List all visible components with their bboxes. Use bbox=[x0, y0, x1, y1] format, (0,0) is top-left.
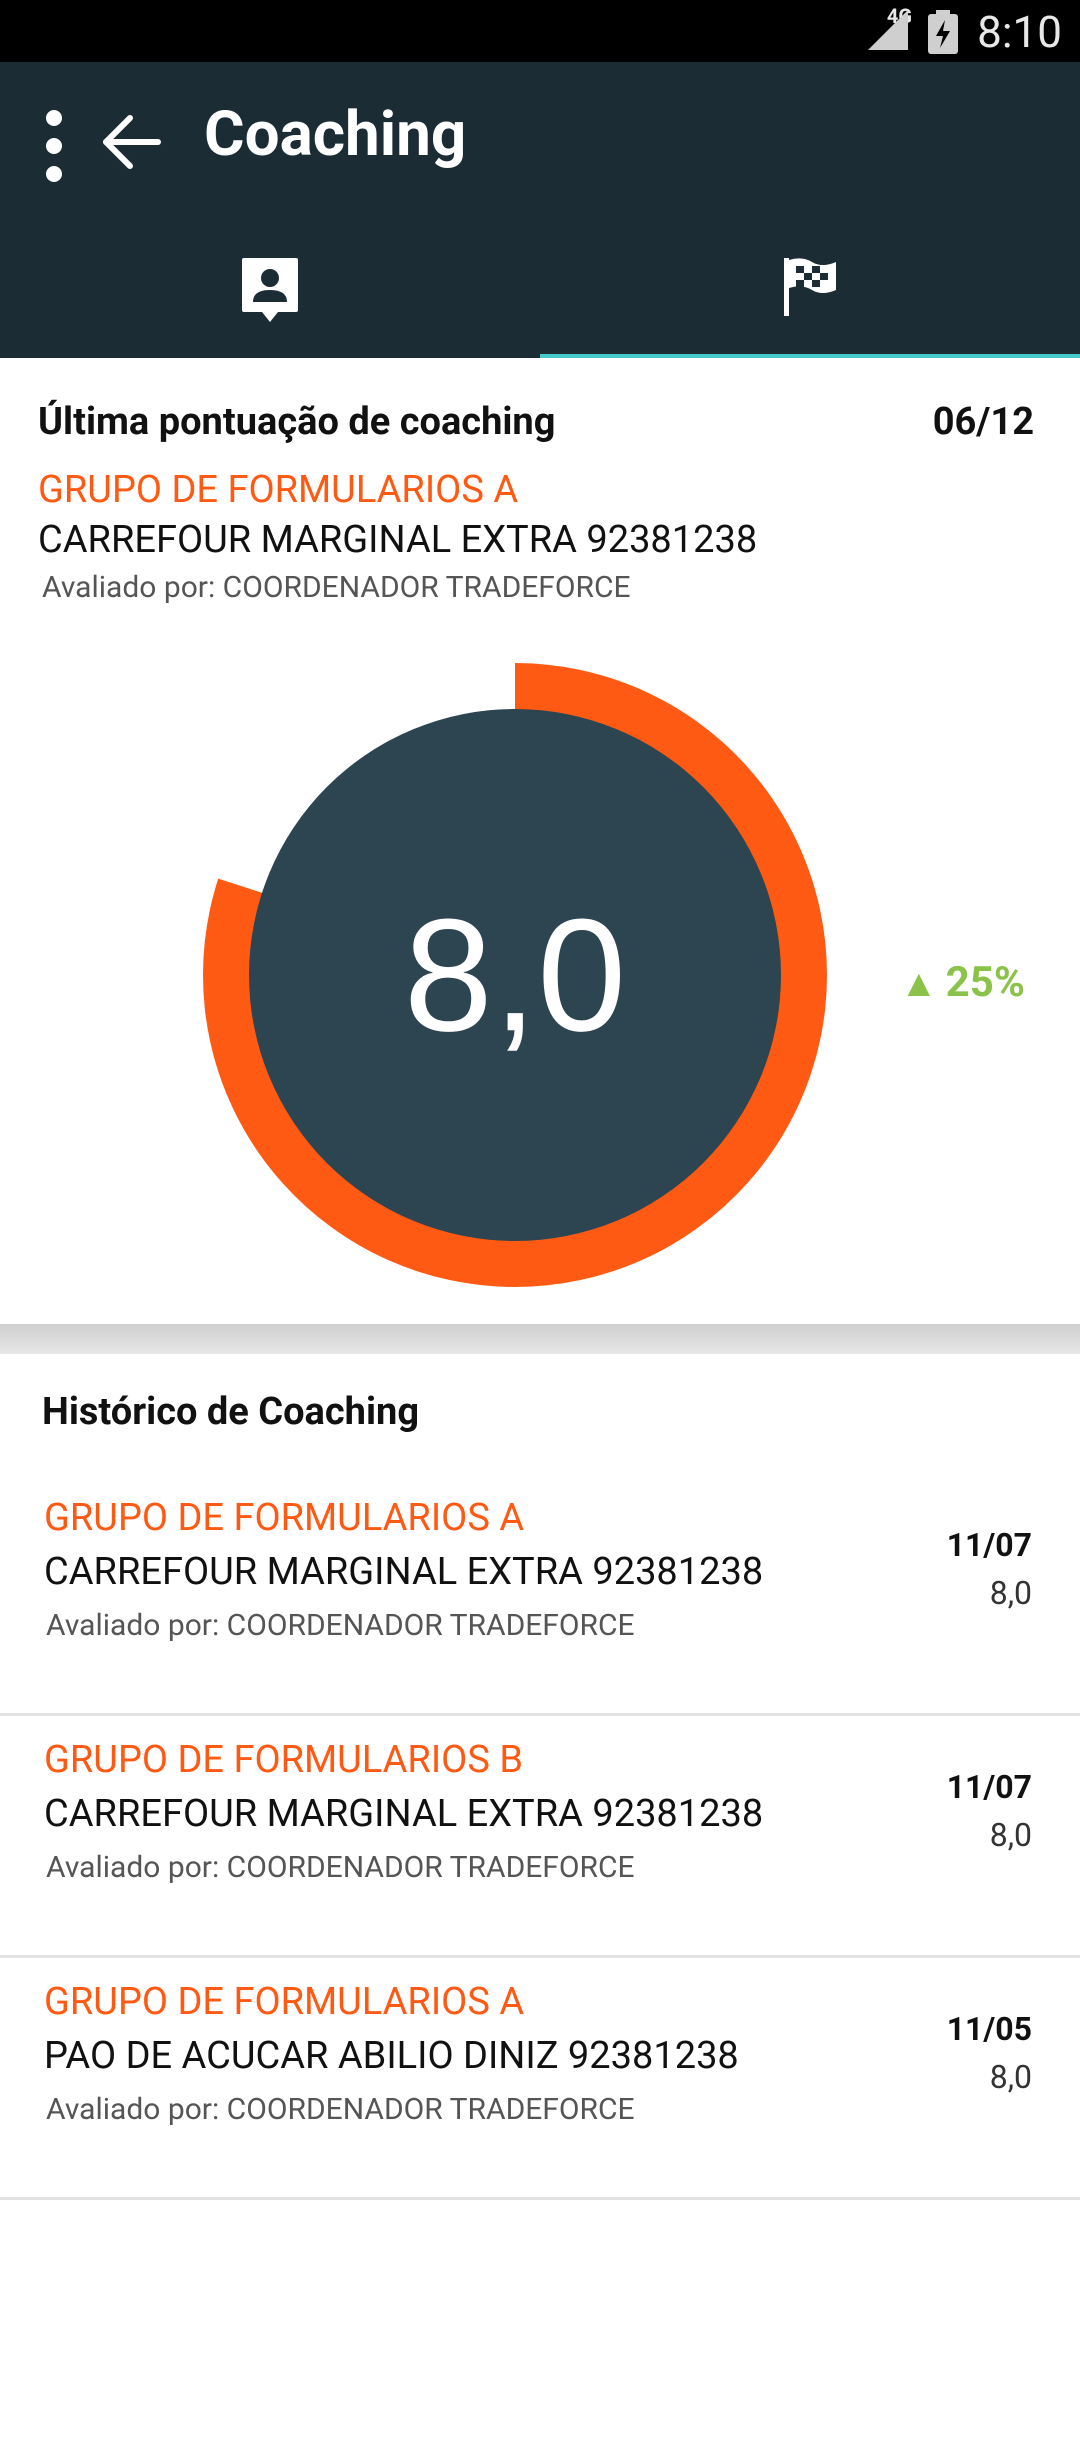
battery-charging-icon bbox=[928, 10, 958, 54]
signal-icon bbox=[868, 10, 908, 50]
checkered-flag-icon bbox=[784, 258, 836, 316]
store-name: PAO DE ACUCAR ABILIO DINIZ 92381238 bbox=[44, 2034, 739, 2078]
store-name: CARREFOUR MARGINAL EXTRA 92381238 bbox=[44, 1792, 764, 1836]
coaching-history: Histórico de Coaching GRUPO DE FORMULARI… bbox=[0, 1354, 1080, 2451]
app-bar: Coaching bbox=[0, 62, 1080, 360]
store-name: CARREFOUR MARGINAL EXTRA 92381238 bbox=[44, 1550, 764, 1594]
trend-up-icon: ▲ bbox=[900, 962, 938, 1006]
latest-score-card[interactable]: Última pontuação de coaching 06/12 GRUPO… bbox=[0, 358, 1080, 1324]
score-trend: ▲ 25% bbox=[900, 958, 1025, 1007]
history-row[interactable]: GRUPO DE FORMULARIOS A CARREFOUR MARGINA… bbox=[0, 1474, 1080, 1716]
clock: 8:10 bbox=[977, 6, 1062, 58]
page-title: Coaching bbox=[204, 98, 467, 171]
store-name: CARREFOUR MARGINAL EXTRA 92381238 bbox=[38, 518, 758, 562]
score-value: 8,0 bbox=[404, 885, 626, 1064]
arrow-back-icon[interactable] bbox=[100, 102, 164, 182]
trend-value: 25% bbox=[945, 958, 1025, 1007]
status-bar: 4G 8:10 bbox=[0, 0, 1080, 62]
history-date: 11/05 bbox=[946, 2010, 1032, 2048]
history-date: 11/07 bbox=[946, 1526, 1032, 1564]
history-title: Histórico de Coaching bbox=[42, 1390, 420, 1434]
history-score: 8,0 bbox=[989, 2058, 1032, 2096]
latest-score-title: Última pontuação de coaching bbox=[38, 400, 556, 444]
form-group-label: GRUPO DE FORMULARIOS B bbox=[44, 1738, 523, 1782]
history-date: 11/07 bbox=[946, 1768, 1032, 1806]
evaluator-label: Avaliado por: COORDENADOR TRADEFORCE bbox=[46, 1850, 635, 1885]
evaluator-label: Avaliado por: COORDENADOR TRADEFORCE bbox=[42, 570, 631, 605]
latest-score-date: 06/12 bbox=[932, 400, 1034, 444]
score-gauge: 8,0 bbox=[203, 663, 827, 1287]
history-row[interactable]: GRUPO DE FORMULARIOS B CARREFOUR MARGINA… bbox=[0, 1716, 1080, 1958]
contact-profile-icon bbox=[242, 258, 298, 322]
history-score: 8,0 bbox=[989, 1574, 1032, 1612]
form-group-label: GRUPO DE FORMULARIOS A bbox=[44, 1496, 525, 1540]
tab-goals[interactable] bbox=[540, 238, 1080, 358]
history-score: 8,0 bbox=[989, 1816, 1032, 1854]
history-row[interactable]: GRUPO DE FORMULARIOS A PAO DE ACUCAR ABI… bbox=[0, 1958, 1080, 2200]
evaluator-label: Avaliado por: COORDENADOR TRADEFORCE bbox=[46, 2092, 635, 2127]
tab-profile[interactable] bbox=[0, 238, 540, 358]
evaluator-label: Avaliado por: COORDENADOR TRADEFORCE bbox=[46, 1608, 635, 1643]
form-group-label: GRUPO DE FORMULARIOS A bbox=[44, 1980, 525, 2024]
form-group-label: GRUPO DE FORMULARIOS A bbox=[38, 468, 519, 512]
more-vert-icon[interactable] bbox=[36, 106, 72, 186]
section-divider bbox=[0, 1324, 1080, 1354]
